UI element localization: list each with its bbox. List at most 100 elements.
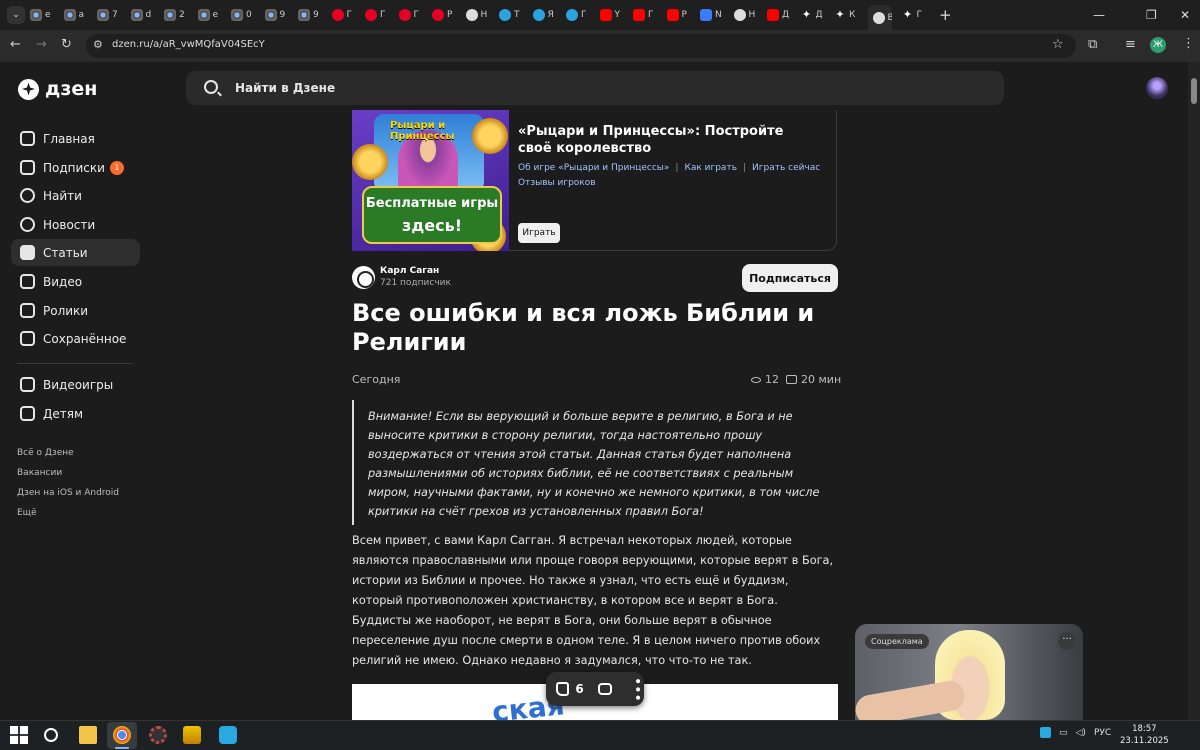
ad-link-2[interactable]: Играть сейчас <box>752 163 820 173</box>
tab-21[interactable]: Н <box>733 5 758 25</box>
reload-icon[interactable]: ↻ <box>61 37 72 52</box>
tab-5[interactable]: e <box>197 5 222 25</box>
back-icon[interactable]: ← <box>10 37 21 52</box>
footer-link-3[interactable]: Ещё <box>17 508 37 518</box>
video-ad-more-icon[interactable]: ··· <box>1058 632 1076 650</box>
settings-taskbar-icon[interactable] <box>149 726 167 744</box>
user-avatar[interactable] <box>1146 77 1168 99</box>
extensions-icon[interactable]: ⧉ <box>1088 37 1097 52</box>
pinterest-icon <box>432 9 444 21</box>
tab-label: 0 <box>246 10 252 20</box>
tab-25[interactable]: В <box>867 5 892 30</box>
lock-app-icon[interactable] <box>183 726 201 744</box>
ad-image[interactable]: Рыцари и Принцессы Бесплатные игры здесь… <box>352 110 509 251</box>
like-count[interactable]: 6 <box>575 682 583 696</box>
subscribe-button[interactable]: Подписаться <box>742 264 838 292</box>
sidebar-item-9[interactable]: Детям <box>11 400 140 427</box>
footer-link-2[interactable]: Дзен на iOS и Android <box>17 488 119 498</box>
author-name[interactable]: Карл Саган <box>380 266 439 276</box>
search-input[interactable]: Найти в Дзене <box>235 81 335 95</box>
footer-link-0[interactable]: Всё о Дзене <box>17 448 74 458</box>
article-date: Сегодня <box>352 373 401 386</box>
sidebar-item-8[interactable]: Видеоигры <box>11 371 140 398</box>
tab-15[interactable]: Я <box>532 5 557 25</box>
tab-4[interactable]: 2 <box>164 5 188 25</box>
read-time: 20 мин <box>786 373 841 386</box>
tab-23[interactable]: ✦ Д <box>801 5 825 25</box>
tab-18[interactable]: Г <box>633 5 657 25</box>
sidebar-item-3[interactable]: Новости <box>11 211 140 238</box>
tab-8[interactable]: 9 <box>298 5 322 25</box>
tab-20[interactable]: N <box>700 5 724 25</box>
bookmark-star-icon[interactable]: ☆ <box>1052 37 1064 52</box>
maximize-icon[interactable]: ❐ <box>1146 8 1157 22</box>
article-quote: Внимание! Если вы верующий и больше вери… <box>368 410 820 518</box>
sidebar-item-7[interactable]: Сохранённое <box>11 325 140 352</box>
ad-banner: Бесплатные игры здесь! <box>362 186 502 244</box>
ad-banner-line-1: Бесплатные игры <box>365 196 499 211</box>
tab-search-icon[interactable]: ⌄ <box>7 6 25 24</box>
more-icon[interactable]: ••• <box>629 677 645 702</box>
tab-11[interactable]: Г <box>398 5 423 25</box>
bookmark-icon <box>20 331 35 346</box>
app-taskbar-icon[interactable] <box>219 726 237 744</box>
tab-19[interactable]: Р <box>666 5 691 25</box>
tab-22[interactable]: Д <box>767 5 791 25</box>
tab-12[interactable]: Р <box>432 5 456 25</box>
tab-26[interactable]: ✦ Г <box>902 5 926 25</box>
minimize-icon[interactable]: — <box>1093 8 1105 22</box>
volume-icon[interactable]: ◁) <box>1076 728 1086 738</box>
media-icon[interactable]: ≡ <box>1125 37 1136 52</box>
taskbar-search-icon[interactable] <box>44 728 58 742</box>
scrollbar-thumb[interactable] <box>1191 78 1197 104</box>
sidebar-item-5[interactable]: Видео <box>11 268 140 295</box>
sidebar-item-2[interactable]: Найти <box>11 182 140 209</box>
sidebar-item-4[interactable]: Статьи <box>11 239 140 266</box>
tab-9[interactable]: Г <box>331 5 356 25</box>
url-text[interactable]: dzen.ru/a/aR_vwMQfaV04SEcY <box>112 39 265 50</box>
tab-14[interactable]: Т <box>499 5 523 25</box>
menu-icon[interactable]: ⋮ <box>1182 36 1195 51</box>
network-icon[interactable]: ▭ <box>1059 728 1068 738</box>
tab-16[interactable]: Г <box>566 5 590 25</box>
video-ad-label: Соцреклама <box>865 634 929 649</box>
ad-link-0[interactable]: Об игре «Рыцари и Принцессы» <box>518 163 669 173</box>
ad-play-button[interactable]: Играть <box>518 223 560 243</box>
sidebar-item-1[interactable]: Подписки 1 <box>11 154 140 181</box>
tab-17[interactable]: Y <box>599 5 624 25</box>
forward-icon[interactable]: → <box>36 37 47 52</box>
tab-24[interactable]: ✦ К <box>834 5 858 25</box>
tab-0[interactable]: e <box>30 5 54 25</box>
telegram-icon <box>566 9 578 21</box>
sidebar-item-0[interactable]: Главная <box>11 125 140 152</box>
tab-13[interactable]: Н <box>465 5 490 25</box>
new-tab-icon[interactable]: + <box>939 6 952 24</box>
language-indicator[interactable]: РУС <box>1094 728 1111 738</box>
comment-icon[interactable] <box>597 683 612 695</box>
ad-link-3[interactable]: Отзывы игроков <box>518 178 596 188</box>
tab-2[interactable]: 7 <box>97 5 121 25</box>
sidebar-item-6[interactable]: Ролики <box>11 297 140 324</box>
file-explorer-icon[interactable] <box>79 726 97 744</box>
tab-7[interactable]: 9 <box>264 5 289 25</box>
clock[interactable]: 18:57 23.11.2025 <box>1120 723 1169 747</box>
tab-label: К <box>849 10 856 20</box>
dzen-logo[interactable]: дзен <box>18 78 97 100</box>
close-window-icon[interactable]: ✕ <box>1180 8 1190 22</box>
tab-3[interactable]: d <box>130 5 155 25</box>
profile-avatar[interactable]: Ж <box>1150 37 1166 53</box>
chrome-taskbar-icon[interactable] <box>113 726 131 744</box>
scrollbar[interactable] <box>1188 62 1200 720</box>
tray-app-icon[interactable] <box>1040 727 1051 738</box>
ad-link-1[interactable]: Как играть <box>684 163 737 173</box>
like-icon[interactable] <box>556 682 570 696</box>
author-avatar[interactable] <box>352 266 375 289</box>
tab-1[interactable]: a <box>63 5 88 25</box>
tab-10[interactable]: Г <box>365 5 389 25</box>
site-info-icon[interactable]: ⚙ <box>93 38 103 51</box>
dzen-logo-icon <box>18 78 39 100</box>
telegram-icon <box>532 9 545 21</box>
ad-title[interactable]: «Рыцари и Принцессы»: Постройте своё кор… <box>518 123 818 157</box>
footer-link-1[interactable]: Вакансии <box>17 468 62 478</box>
tab-6[interactable]: 0 <box>231 5 255 25</box>
